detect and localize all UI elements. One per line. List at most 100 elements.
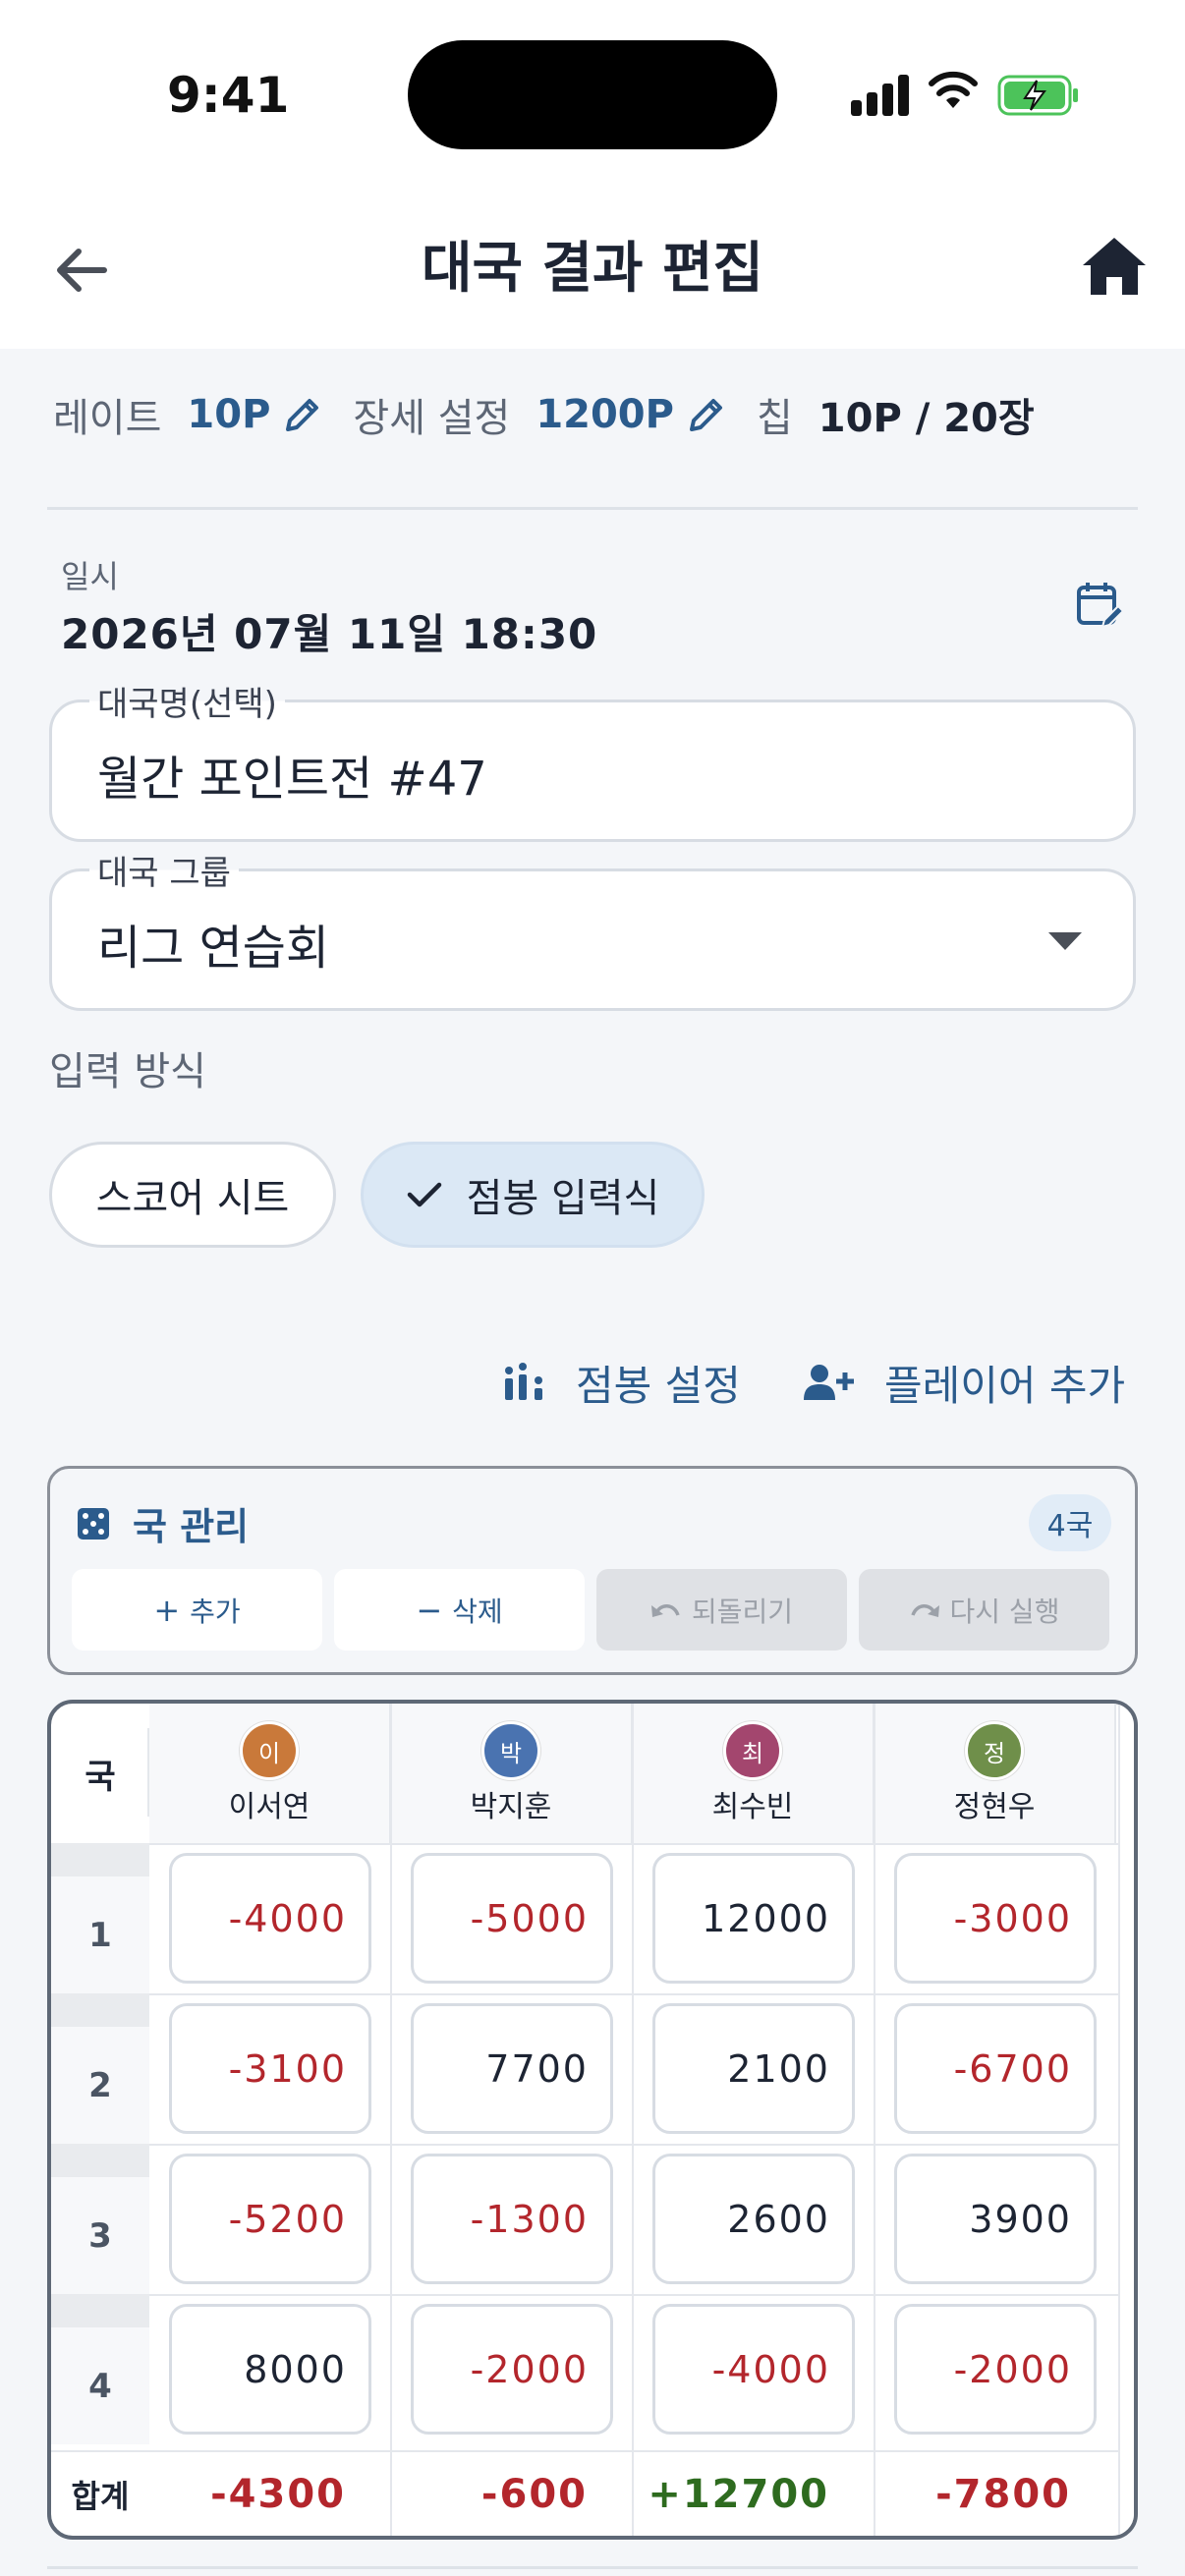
delete-round-label: 삭제 bbox=[452, 1595, 503, 1628]
chip-value: 10P / 20장 bbox=[818, 396, 1035, 441]
score-input[interactable]: -5200 bbox=[169, 2154, 371, 2284]
score-input[interactable]: 12000 bbox=[652, 1853, 855, 1984]
add-round-button[interactable]: + 추가 bbox=[72, 1569, 322, 1651]
score-table: 국 이 이서연 박 박지훈 최 최수빈 정 정현우 1 -4000 -5000 12000 -3000 2… bbox=[47, 1700, 1138, 2540]
score-input[interactable]: -4000 bbox=[169, 1853, 371, 1984]
game-name-field[interactable]: 대국명(선택) 월간 포인트전 #47 bbox=[49, 677, 1136, 842]
datetime-value[interactable]: 2026년 07월 11일 18:30 bbox=[61, 601, 597, 661]
dynamic-island bbox=[408, 40, 777, 149]
score-input[interactable]: -2000 bbox=[411, 2304, 613, 2435]
plus-icon: + bbox=[153, 1591, 181, 1629]
input-mode-label: 입력 방식 bbox=[49, 1049, 206, 1094]
stick-settings-icon bbox=[505, 1363, 542, 1400]
player-name: 박지훈 bbox=[470, 1790, 552, 1824]
game-name-input[interactable]: 월간 포인트전 #47 bbox=[97, 740, 487, 809]
dropdown-caret-icon[interactable] bbox=[1048, 932, 1082, 950]
round-number: 2 bbox=[51, 2027, 149, 2144]
column-divider bbox=[632, 1704, 634, 2536]
add-player-label: 플레이어 추가 bbox=[884, 1361, 1126, 1410]
datetime-label: 일시 bbox=[61, 558, 119, 595]
player-name: 정현우 bbox=[953, 1790, 1036, 1824]
stick-input-chip[interactable]: 점봉 입력식 bbox=[361, 1142, 705, 1248]
delete-round-button[interactable]: − 삭제 bbox=[334, 1569, 585, 1651]
game-name-label: 대국명(선택) bbox=[89, 677, 285, 725]
stick-input-chip-label: 점봉 입력식 bbox=[466, 1176, 660, 1221]
round-management-panel: 국 관리 4국 + 추가 − 삭제 되돌리기 다시 실행 bbox=[47, 1466, 1138, 1675]
game-group-select[interactable]: 대국 그룹 리그 연습회 bbox=[49, 846, 1136, 1011]
score-sheet-chip-label: 스코어 시트 bbox=[95, 1176, 290, 1221]
score-input[interactable]: 3900 bbox=[894, 2154, 1097, 2284]
player-avatar: 최 bbox=[723, 1721, 782, 1780]
row-band bbox=[51, 2144, 149, 2177]
bottom-divider bbox=[47, 2566, 1138, 2569]
stick-settings-label: 점봉 설정 bbox=[576, 1361, 741, 1410]
add-player-button[interactable]: 플레이어 추가 bbox=[802, 1348, 1125, 1417]
edit-field-setting-icon[interactable] bbox=[686, 394, 727, 435]
player-header: 박 박지훈 bbox=[391, 1704, 633, 1843]
minus-icon: − bbox=[416, 1591, 443, 1629]
redo-icon bbox=[910, 1603, 939, 1617]
chip-label: 칩 bbox=[756, 396, 793, 441]
score-input[interactable]: -4000 bbox=[652, 2304, 855, 2435]
row-divider bbox=[149, 1843, 1134, 1845]
total-value: -600 bbox=[480, 2471, 588, 2517]
row-divider bbox=[149, 2294, 1134, 2296]
home-icon[interactable] bbox=[1079, 234, 1150, 299]
total-value: -4300 bbox=[210, 2471, 346, 2517]
round-panel-title-label: 국 관리 bbox=[133, 1505, 250, 1548]
game-group-label: 대국 그룹 bbox=[89, 846, 239, 894]
field-setting-label: 장세 설정 bbox=[353, 396, 511, 441]
field-setting-value: 1200P bbox=[536, 392, 674, 437]
table-scrollbar[interactable] bbox=[1118, 1704, 1134, 2536]
undo-button[interactable]: 되돌리기 bbox=[596, 1569, 847, 1651]
calendar-edit-icon[interactable] bbox=[1073, 578, 1128, 633]
divider bbox=[47, 507, 1138, 510]
total-label: 합계 bbox=[71, 2477, 130, 2515]
player-avatar: 이 bbox=[240, 1721, 299, 1780]
score-input[interactable]: -2000 bbox=[894, 2304, 1097, 2435]
score-input[interactable]: 7700 bbox=[411, 2003, 613, 2134]
player-header: 이이서연 bbox=[149, 1704, 391, 1843]
player-avatar: 정 bbox=[965, 1721, 1024, 1780]
score-input[interactable]: 2600 bbox=[652, 2154, 855, 2284]
add-round-label: 추가 bbox=[190, 1595, 241, 1628]
round-number: 4 bbox=[51, 2327, 149, 2444]
rate-label: 레이트 bbox=[53, 396, 162, 441]
settings-row: 레이트 10P 장세 설정 1200P 칩 10P / 20장 bbox=[53, 385, 1134, 444]
dice-icon bbox=[78, 1507, 109, 1540]
score-input[interactable]: -5000 bbox=[411, 1853, 613, 1984]
score-input[interactable]: -6700 bbox=[894, 2003, 1097, 2134]
wifi-icon bbox=[929, 71, 978, 108]
player-name: 이서연 bbox=[228, 1790, 310, 1824]
score-sheet-chip[interactable]: 스코어 시트 bbox=[49, 1142, 336, 1248]
page-title: 대국 결과 편집 bbox=[421, 237, 764, 301]
status-time: 9:41 bbox=[167, 67, 290, 124]
undo-label: 되돌리기 bbox=[691, 1595, 794, 1628]
check-icon bbox=[407, 1182, 441, 1207]
column-divider bbox=[390, 1704, 392, 2536]
signal-icon bbox=[851, 71, 910, 116]
round-count-badge: 4국 bbox=[1029, 1494, 1111, 1551]
total-value: +12700 bbox=[648, 2471, 829, 2517]
stick-settings-button[interactable]: 점봉 설정 bbox=[503, 1348, 741, 1417]
score-grid: 국 이 이서연 박 박지훈 최 최수빈 정 정현우 1 -4000 -5000 12000 -3000 2… bbox=[51, 1704, 1134, 2536]
battery-charging-icon bbox=[997, 75, 1078, 116]
row-divider bbox=[149, 2144, 1134, 2146]
game-group-value[interactable]: 리그 연습회 bbox=[97, 909, 329, 978]
score-input[interactable]: -3100 bbox=[169, 2003, 371, 2134]
add-person-icon bbox=[804, 1365, 854, 1400]
column-divider bbox=[874, 1704, 875, 2536]
score-input[interactable]: 2100 bbox=[652, 2003, 855, 2134]
score-input[interactable]: 8000 bbox=[169, 2304, 371, 2435]
row-band bbox=[51, 1843, 149, 1876]
redo-button[interactable]: 다시 실행 bbox=[859, 1569, 1109, 1651]
score-input[interactable]: -1300 bbox=[411, 2154, 613, 2284]
round-column-header: 국 bbox=[85, 1757, 116, 1797]
player-name: 최수빈 bbox=[711, 1790, 794, 1824]
player-header: 최최수빈 bbox=[633, 1704, 875, 1843]
score-input[interactable]: -3000 bbox=[894, 1853, 1097, 1984]
edit-rate-icon[interactable] bbox=[282, 394, 323, 435]
round-number: 1 bbox=[51, 1876, 149, 1993]
round-number: 3 bbox=[51, 2177, 149, 2294]
row-band bbox=[51, 1993, 149, 2027]
